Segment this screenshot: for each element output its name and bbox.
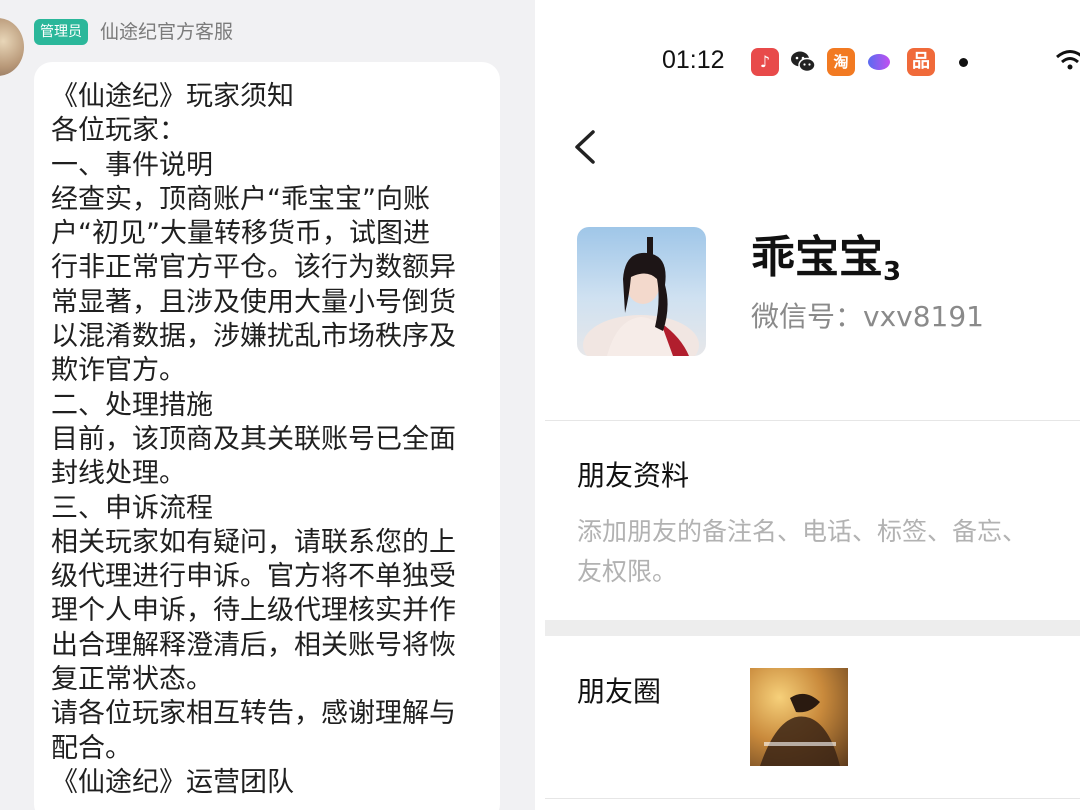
panel-separator bbox=[535, 0, 545, 810]
divider bbox=[545, 798, 1080, 799]
message-line: 理个人申诉，待上级代理核实并作 bbox=[51, 595, 456, 627]
message-line: 请各位玩家相互转告，感谢理解与 bbox=[51, 698, 456, 730]
message-line: 《仙途纪》运营团队 bbox=[51, 766, 294, 798]
friend-info-title[interactable]: 朋友资料 bbox=[577, 456, 689, 496]
contact-nickname: 乖宝宝3 bbox=[751, 226, 901, 304]
message-line: 封线处理。 bbox=[51, 458, 186, 490]
status-bar: 01:12 ♪ 淘 品 bbox=[545, 40, 1080, 86]
message-line: 欺诈官方。 bbox=[51, 355, 186, 387]
message-line: 常显著，且涉及使用大量小号倒货 bbox=[51, 286, 456, 318]
pinduoduo-icon: 品 bbox=[907, 48, 935, 76]
moments-title[interactable]: 朋友圈 bbox=[577, 672, 661, 712]
friend-info-desc-line: 友权限。 bbox=[577, 557, 678, 586]
message-line: 二、处理措施 bbox=[51, 389, 213, 421]
message-line: 相关玩家如有疑问，请联系您的上 bbox=[51, 526, 456, 558]
sender-name: 仙途纪官方客服 bbox=[100, 21, 234, 43]
music-app-icon: ♪ bbox=[751, 48, 779, 76]
friend-info-desc-line: 添加朋友的备注名、电话、标签、备忘、 bbox=[577, 517, 1028, 546]
admin-badge: 管理员 bbox=[34, 19, 88, 45]
profile-avatar[interactable] bbox=[577, 227, 706, 356]
wechat-id: 微信号：vxv8191 bbox=[751, 300, 984, 333]
wechat-icon bbox=[789, 48, 817, 76]
nickname-suffix: 3 bbox=[883, 257, 902, 287]
friend-info-description: 添加朋友的备注名、电话、标签、备忘、 友权限。 bbox=[577, 512, 1077, 592]
announcement-message: 《仙途纪》玩家须知 各位玩家： 一、事件说明 经查实，顶商账户“乖宝宝”向账 户… bbox=[51, 80, 496, 800]
message-line: 目前，该顶商及其关联账号已全面 bbox=[51, 423, 456, 455]
message-line: 配合。 bbox=[51, 732, 132, 764]
divider bbox=[545, 420, 1080, 421]
moments-thumbnail[interactable] bbox=[750, 668, 848, 766]
message-line: 行非正常官方平仓。该行为数额异 bbox=[51, 252, 456, 284]
message-line: 三、申诉流程 bbox=[51, 492, 213, 524]
nickname-text: 乖宝宝 bbox=[751, 232, 883, 283]
wifi-icon bbox=[1056, 50, 1080, 70]
sender-avatar[interactable] bbox=[0, 18, 24, 76]
taobao-icon: 淘 bbox=[827, 48, 855, 76]
message-line: 各位玩家： bbox=[51, 115, 186, 147]
status-time: 01:12 bbox=[662, 46, 725, 74]
section-divider bbox=[545, 620, 1080, 636]
notification-dot bbox=[959, 58, 968, 67]
chat-app-icon bbox=[865, 48, 893, 76]
contact-profile-panel: 01:12 ♪ 淘 品 乖宝宝3 微信号：vxv8191 朋友资料 添加朋友的备… bbox=[545, 0, 1080, 810]
message-line: 一、事件说明 bbox=[51, 149, 213, 181]
message-line: 经查实，顶商账户“乖宝宝”向账 bbox=[51, 183, 430, 215]
back-chevron-icon[interactable] bbox=[571, 126, 601, 168]
message-line: 以混淆数据，涉嫌扰乱市场秩序及 bbox=[51, 321, 456, 353]
message-line: 级代理进行申诉。官方将不单独受 bbox=[51, 561, 456, 593]
message-line: 出合理解释澄清后，相关账号将恢 bbox=[51, 629, 456, 661]
message-line: 户“初见”大量转移货币，试图进 bbox=[51, 218, 430, 250]
message-line: 《仙途纪》玩家须知 bbox=[51, 81, 294, 112]
group-chat-panel: 管理员 仙途纪官方客服 《仙途纪》玩家须知 各位玩家： 一、事件说明 经查实，顶… bbox=[0, 0, 535, 810]
message-line: 复正常状态。 bbox=[51, 664, 213, 696]
